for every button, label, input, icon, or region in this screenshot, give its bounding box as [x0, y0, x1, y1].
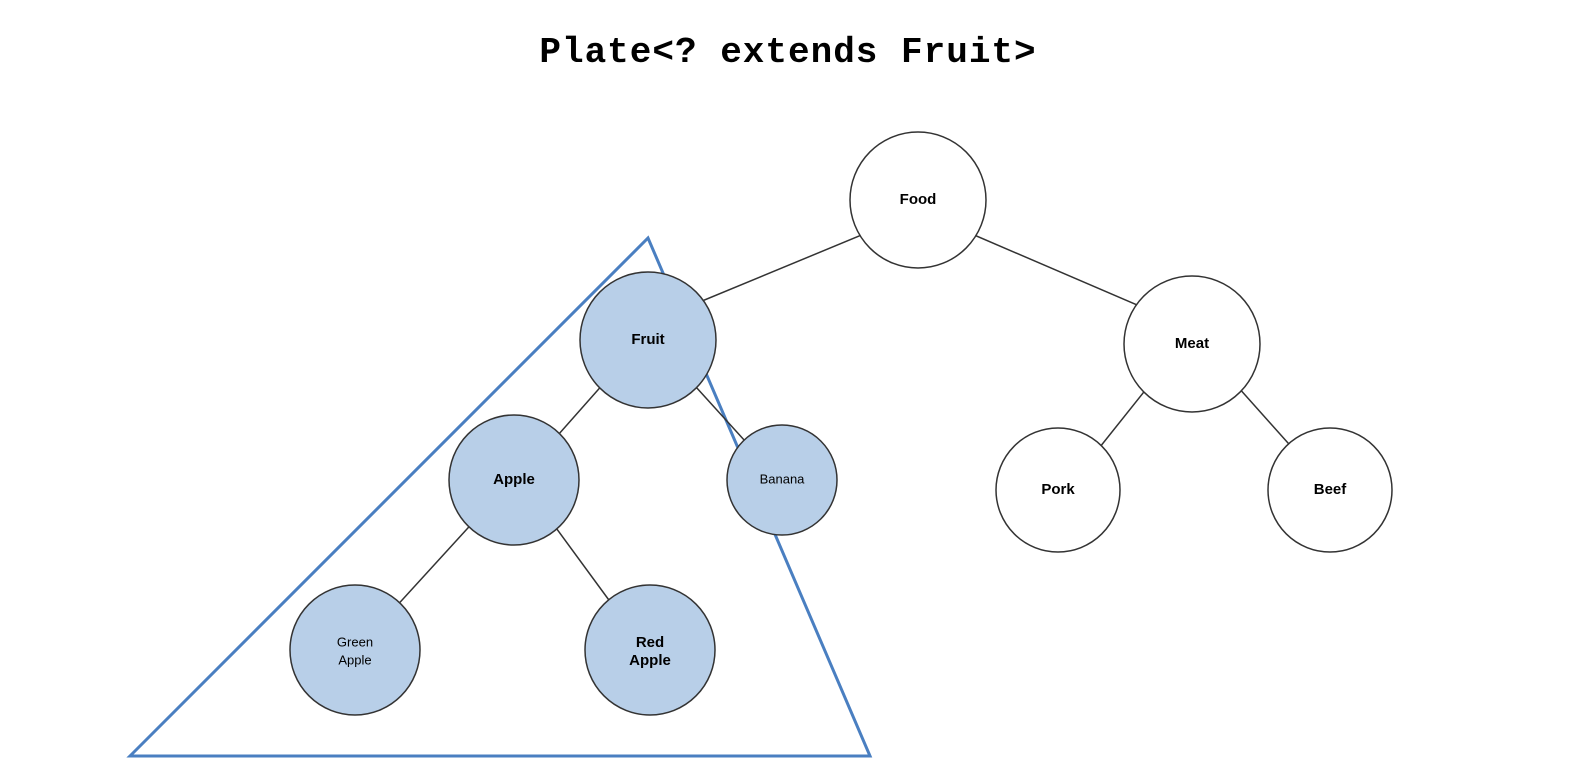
node-food-label: Food	[900, 191, 937, 208]
node-red-apple-label: Red	[636, 634, 664, 651]
edge-food-meat	[944, 222, 1165, 317]
node-beef-label: Beef	[1314, 481, 1348, 498]
node-green-apple-label: Green	[337, 634, 373, 649]
node-pork-label: Pork	[1041, 481, 1075, 498]
node-fruit-label: Fruit	[631, 331, 664, 348]
node-banana-label: Banana	[760, 471, 806, 486]
node-meat-label: Meat	[1175, 335, 1209, 352]
diagram-svg: Food Fruit Meat Apple Banana Pork Beef G…	[0, 0, 1576, 764]
node-red-apple-label2: Apple	[629, 652, 671, 669]
node-apple-label: Apple	[493, 471, 535, 488]
node-green-apple	[290, 585, 420, 715]
node-green-apple-label2: Apple	[338, 652, 371, 667]
page: Plate<? extends Fruit> Food Fruit	[0, 0, 1576, 764]
